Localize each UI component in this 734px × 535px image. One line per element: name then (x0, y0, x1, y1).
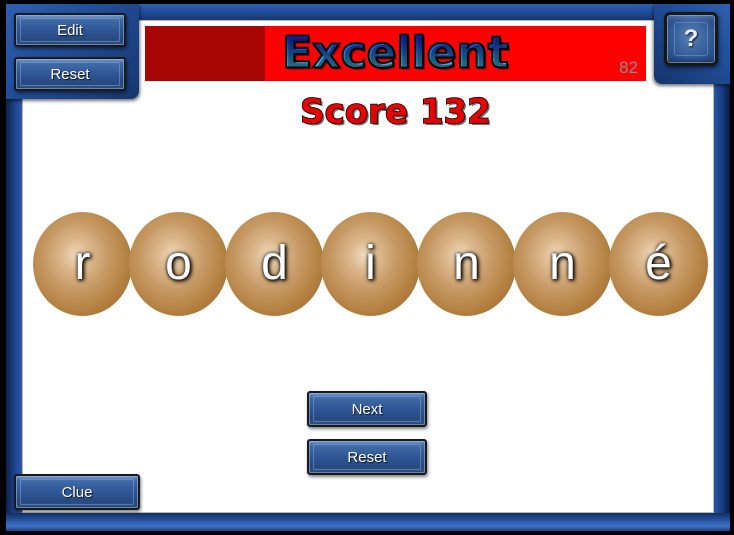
next-button[interactable]: Next (307, 391, 427, 427)
score-label: Score 132 (299, 91, 491, 133)
window-frame-bottom (6, 513, 730, 531)
help-button[interactable]: ? (664, 12, 718, 66)
progress-value-label: 82 (619, 58, 638, 77)
rating-label: Excellent (145, 26, 646, 79)
clue-button[interactable]: Clue (14, 474, 140, 510)
letter-row: rodinné (33, 212, 708, 316)
reset-top-button[interactable]: Reset (14, 57, 126, 91)
progress-bar: Excellent 82 (145, 26, 646, 81)
letter-ball[interactable]: n (417, 212, 516, 316)
letter-ball[interactable]: o (129, 212, 228, 316)
reset-button[interactable]: Reset (307, 439, 427, 475)
application-window: Edit Reset ? Excellent 82 Score 132 rodi… (0, 0, 734, 535)
letter-ball[interactable]: d (225, 212, 324, 316)
letter-ball[interactable]: r (33, 212, 132, 316)
letter-ball[interactable]: i (321, 212, 420, 316)
letter-ball[interactable]: n (513, 212, 612, 316)
edit-button[interactable]: Edit (14, 13, 126, 47)
letter-ball[interactable]: é (609, 212, 708, 316)
